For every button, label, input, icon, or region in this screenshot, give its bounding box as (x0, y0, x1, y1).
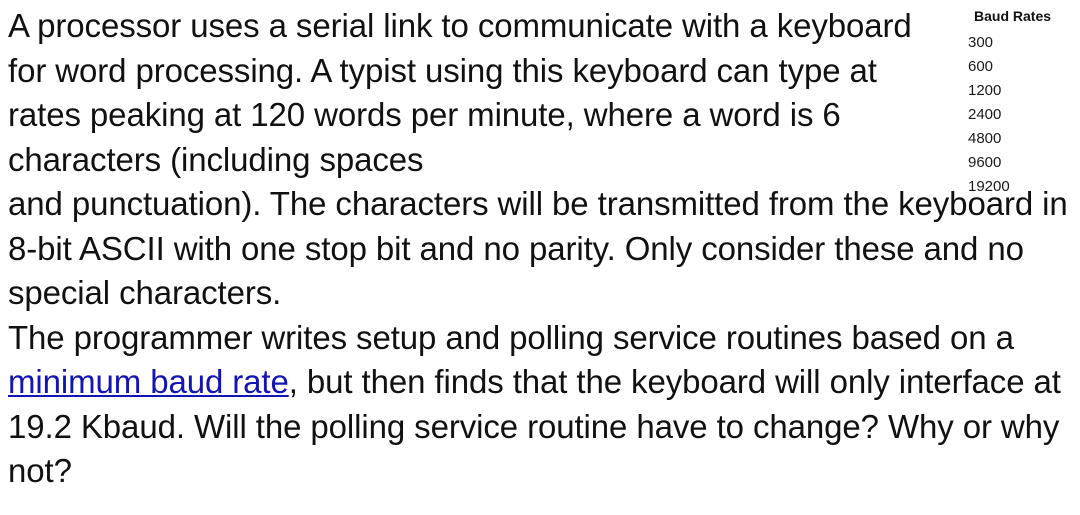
minimum-baud-rate-link[interactable]: minimum baud rate (8, 363, 289, 400)
question-paragraph-2-pre-link: The programmer writes setup and polling … (8, 318, 1014, 356)
page-root: Baud Rates 300 600 1200 2400 4800 9600 1… (0, 0, 1080, 515)
question-paragraph-2: The programmer writes setup and polling … (8, 316, 1080, 494)
question-paragraph-1b: and punctuation). The characters will be… (8, 185, 1068, 311)
question-paragraph-1a: A processor uses a serial link to commun… (8, 7, 912, 178)
question-body: A processor uses a serial link to commun… (8, 4, 1080, 494)
